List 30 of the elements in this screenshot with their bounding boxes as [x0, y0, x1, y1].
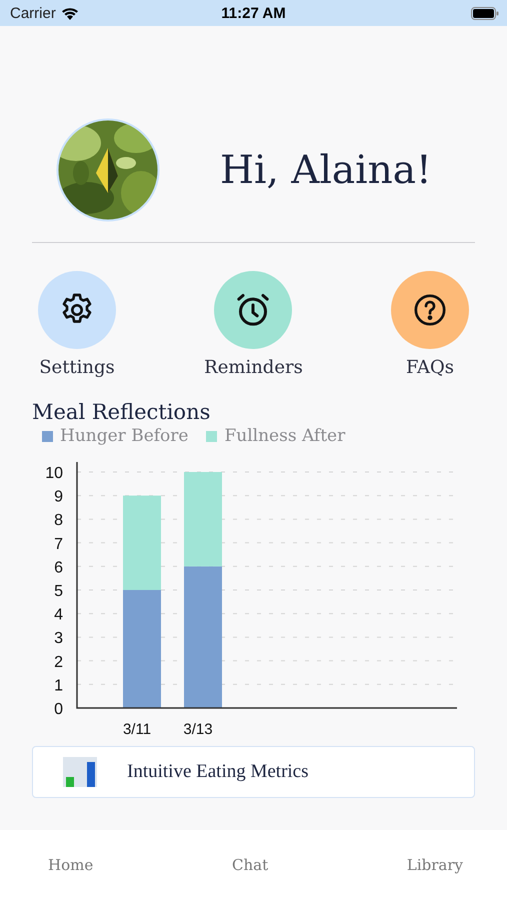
y-tick-label: 10	[45, 465, 63, 482]
shortcut-button[interactable]: FAQs	[390, 271, 469, 378]
y-tick-label: 1	[54, 677, 63, 694]
y-tick-label: 0	[54, 701, 63, 718]
y-tick-label: 8	[54, 512, 63, 530]
tab-item[interactable]: Library	[398, 852, 471, 878]
y-tick-label: 9	[54, 488, 63, 506]
clock-time: 11:27 AM	[221, 4, 286, 22]
y-tick-label: 3	[54, 630, 63, 648]
x-tick-label: 3/11	[122, 721, 152, 738]
legend-label: Hunger Before	[60, 426, 188, 446]
tab-item[interactable]: Chat	[224, 852, 276, 878]
y-tick-label: 4	[54, 606, 63, 624]
x-tick-label: 3/13	[183, 721, 213, 738]
tab-item[interactable]: Home	[40, 852, 102, 878]
y-tick-label: 5	[54, 583, 63, 600]
y-tick-label: 2	[54, 654, 63, 671]
battery-icon	[471, 6, 499, 20]
y-tick-label: 6	[54, 559, 63, 576]
wifi-icon	[60, 6, 79, 20]
shortcut-button[interactable]: Reminders	[204, 271, 303, 378]
shortcut-button[interactable]: Settings	[38, 271, 116, 378]
carrier-label: Carrier	[10, 4, 56, 22]
legend-label: Fullness After	[224, 426, 346, 446]
greeting-title: Hi, Alaina!	[220, 148, 432, 192]
bar-chart-icon	[63, 757, 97, 787]
chart-title: Meal Reflections	[32, 400, 212, 424]
metrics-card[interactable]: Intuitive Eating Metrics	[32, 746, 475, 798]
y-tick-label: 7	[54, 536, 63, 553]
card-title: Intuitive Eating Metrics	[127, 761, 309, 783]
